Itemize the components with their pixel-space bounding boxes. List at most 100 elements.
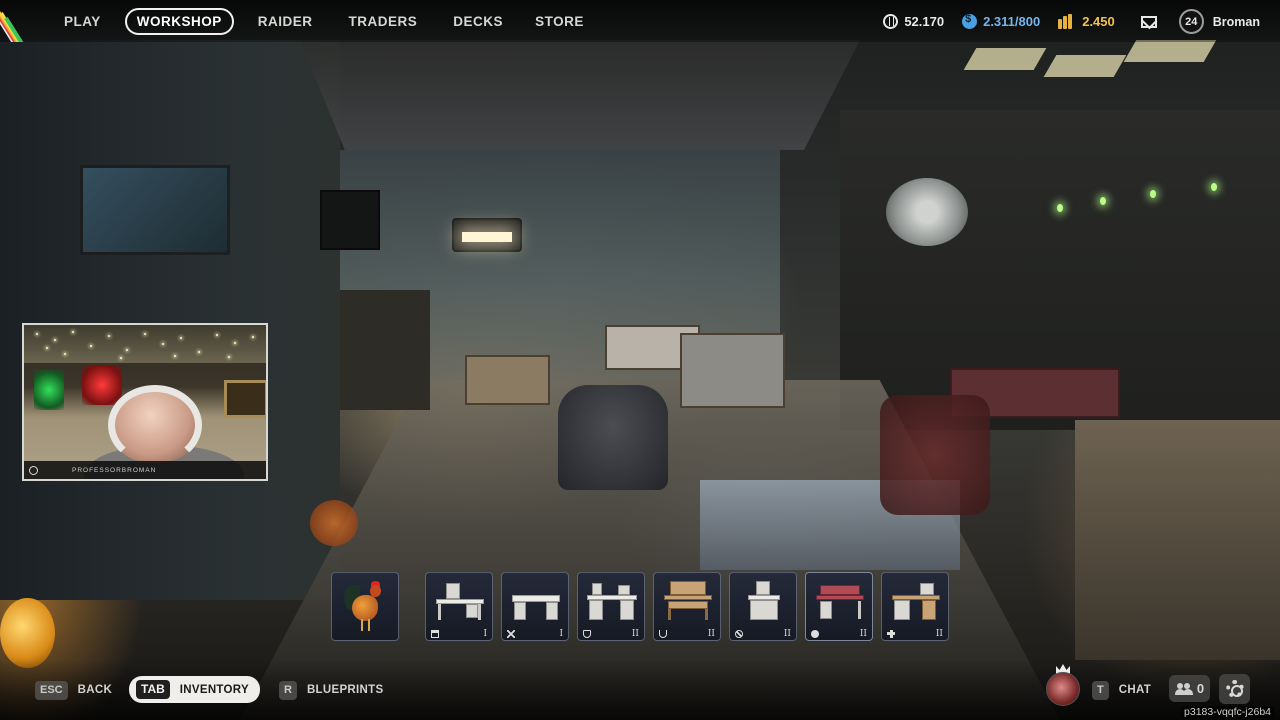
- top-bar: PLAY WORKSHOP RAIDER TRADERS DECKS STORE…: [0, 0, 1280, 42]
- slot-tier: II: [859, 628, 867, 639]
- credits-balance: 2.311/800: [962, 13, 1041, 29]
- workbench-icon: [888, 579, 944, 621]
- armchair: [558, 385, 668, 490]
- r-key: R: [279, 680, 297, 700]
- nav-play[interactable]: PLAY: [50, 8, 115, 35]
- back-button[interactable]: ESC BACK: [35, 679, 112, 701]
- coins-balance: 52.170: [883, 14, 944, 29]
- bomb-icon: [811, 629, 819, 638]
- nav-workshop[interactable]: WORKSHOP: [124, 8, 234, 35]
- gear-icon: [1225, 680, 1244, 698]
- inventory-label: INVENTORY: [179, 683, 249, 696]
- slot-bench-4[interactable]: II: [653, 572, 721, 641]
- skylight: [963, 48, 1047, 70]
- swords-icon: [507, 629, 515, 638]
- friends-icon: [1174, 682, 1193, 695]
- webcam-caption-bar: PROFESSORBROMAN: [24, 461, 266, 479]
- chat-button[interactable]: T CHAT: [1092, 679, 1151, 701]
- channel-logo-icon: [29, 465, 38, 475]
- skylight: [1123, 40, 1217, 62]
- rainbow-logo: [0, 0, 46, 42]
- webcam-green-light: [34, 370, 64, 410]
- left-wall: [0, 40, 340, 600]
- slot-tier: I: [483, 628, 487, 639]
- coins-value: 52.170: [904, 14, 945, 29]
- window: [80, 165, 230, 255]
- tools-icon: [735, 629, 743, 638]
- slot-bench-5[interactable]: II: [729, 572, 797, 641]
- slot-bench-3[interactable]: II: [577, 572, 645, 641]
- slot-tier: II: [935, 628, 943, 639]
- nav-raider[interactable]: RAIDER: [244, 8, 327, 35]
- chat-label: CHAT: [1118, 684, 1152, 696]
- session-id: p3183-vqqfc-j26b4: [1181, 706, 1274, 718]
- username: Broman: [1212, 14, 1260, 29]
- workbench: [465, 355, 550, 405]
- bench-icon: [431, 629, 439, 638]
- workbench-icon: [584, 579, 640, 621]
- slot-tier: I: [559, 628, 563, 639]
- workbench: [680, 333, 785, 408]
- avatar[interactable]: [1046, 672, 1080, 706]
- friends-button[interactable]: 0: [1169, 675, 1210, 702]
- flask-icon: [659, 629, 667, 638]
- slot-tier: II: [707, 628, 715, 639]
- string-light: [1057, 204, 1063, 212]
- slot-bench-2[interactable]: I: [501, 572, 569, 641]
- credit-icon: [962, 13, 978, 29]
- nav-traders[interactable]: TRADERS: [335, 8, 432, 35]
- credits-value: 2.311/800: [983, 14, 1041, 29]
- nav-decks[interactable]: DECKS: [439, 8, 517, 35]
- mail-icon[interactable]: [1140, 15, 1157, 28]
- string-light: [1150, 190, 1156, 198]
- inventory-button[interactable]: TAB INVENTORY: [129, 676, 260, 703]
- lamp-glow: [462, 232, 512, 242]
- speaker: [320, 190, 380, 250]
- slot-bench-1[interactable]: I: [425, 572, 493, 641]
- medkit-icon: [887, 629, 895, 638]
- t-key: T: [1092, 680, 1109, 700]
- slot-tier: II: [783, 628, 791, 639]
- webcam-red-light: [82, 365, 122, 405]
- workbench-icon: [812, 579, 868, 621]
- office-chair: [880, 395, 990, 515]
- currency-bar: 52.170 2.311/800 2.450 24 Broman: [865, 8, 1260, 35]
- shelf: [340, 290, 430, 410]
- workbench-icon: [508, 579, 564, 621]
- ceiling: [300, 40, 860, 150]
- gold-value: 2.450: [1082, 14, 1115, 29]
- back-label: BACK: [77, 684, 113, 696]
- main-nav: PLAY WORKSHOP RAIDER TRADERS DECKS STORE: [50, 8, 602, 35]
- webcam-handle: PROFESSORBROMAN: [72, 466, 157, 474]
- headphones: [108, 385, 202, 465]
- rooster: [310, 500, 358, 546]
- slot-rooster[interactable]: [331, 572, 399, 641]
- nav-store[interactable]: STORE: [521, 8, 598, 35]
- gold-bars-icon: [1058, 14, 1076, 29]
- webcam-overlay: PROFESSORBROMAN: [22, 323, 268, 481]
- slot-bench-6[interactable]: II: [805, 572, 873, 641]
- workbench-icon: [736, 579, 792, 621]
- gold-balance: 2.450: [1058, 14, 1115, 29]
- rooster-icon: [344, 581, 384, 631]
- slot-tier: II: [631, 628, 639, 639]
- workbench-icon: [432, 579, 488, 621]
- string-light: [1211, 183, 1217, 191]
- level-badge: 24: [1178, 9, 1204, 34]
- skylight: [1043, 55, 1127, 77]
- esc-key: ESC: [35, 680, 68, 700]
- shield-icon: [583, 629, 591, 638]
- coin-icon: [883, 14, 899, 29]
- slot-bench-7[interactable]: II: [881, 572, 949, 641]
- surgical-lamp: [886, 178, 968, 246]
- webcam-picture-frame: [224, 380, 266, 418]
- blueprints-button[interactable]: R BLUEPRINTS: [279, 679, 383, 701]
- tab-key: TAB: [136, 680, 170, 699]
- string-light: [1100, 197, 1106, 205]
- blueprints-label: BLUEPRINTS: [306, 684, 384, 696]
- profile[interactable]: 24 Broman: [1178, 9, 1260, 34]
- crate: [1075, 420, 1280, 660]
- globe: [0, 598, 55, 668]
- settings-button[interactable]: [1219, 674, 1250, 704]
- workbench-icon: [660, 579, 716, 621]
